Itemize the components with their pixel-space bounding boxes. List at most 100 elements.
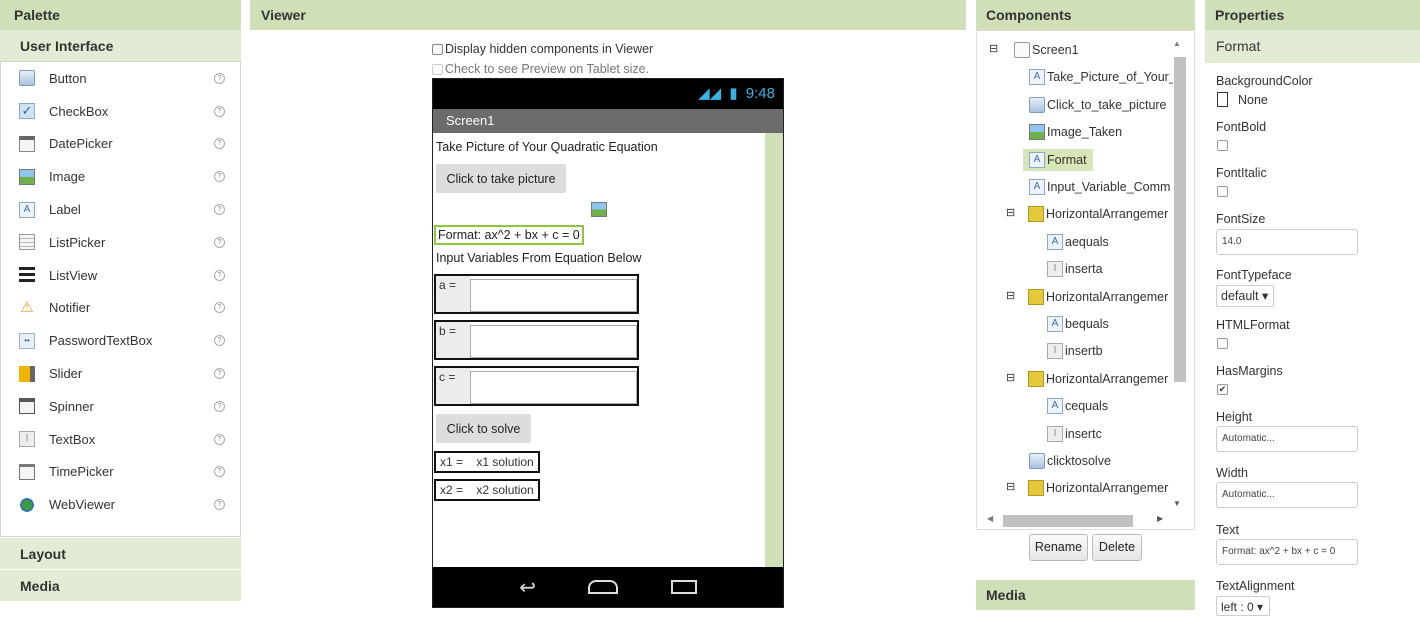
collapse-arrangement-toggle-icon[interactable]: ⊟ (1006, 206, 1015, 219)
htmlformat-checkbox[interactable] (1217, 338, 1228, 349)
tree-vertical-scrollbar[interactable]: ▲ ▼ (1172, 39, 1186, 511)
fontbold-checkbox[interactable] (1217, 140, 1228, 151)
display-hidden-checkbox[interactable]: Display hidden components in Viewer (432, 42, 653, 56)
help-icon[interactable]: ? (214, 466, 225, 478)
solve-button[interactable]: Click to solve (436, 414, 531, 443)
help-icon[interactable]: ? (214, 335, 225, 347)
palette-item-checkbox[interactable]: ✓ CheckBox ? (1, 95, 240, 128)
webviewer-icon (19, 496, 35, 513)
x1-solution[interactable]: x1 = x1 solution (434, 451, 540, 473)
palette-item-datepicker[interactable]: DatePicker ? (1, 128, 240, 161)
height-input[interactable]: Automatic... (1216, 426, 1358, 452)
tree-node-cequals[interactable]: Acequals (1047, 395, 1108, 417)
help-icon[interactable]: ? (214, 302, 225, 314)
palette-item-notifier[interactable]: ⚠ Notifier ? (1, 292, 240, 325)
rename-button[interactable]: Rename (1029, 534, 1088, 561)
help-icon[interactable]: ? (214, 269, 225, 281)
tree-node-bequals[interactable]: Abequals (1047, 313, 1109, 335)
scroll-up-icon[interactable]: ▲ (1173, 39, 1181, 48)
help-icon[interactable]: ? (214, 138, 225, 150)
delete-button[interactable]: Delete (1092, 534, 1142, 561)
tablet-preview-checkbox[interactable]: Check to see Preview on Tablet size. (432, 62, 649, 76)
textalignment-select[interactable]: left : 0 ▾ (1216, 596, 1270, 616)
image-taken-icon[interactable] (591, 202, 607, 217)
fontsize-input[interactable]: 14.0 (1216, 229, 1358, 255)
tree-node-horizontalarrangemer[interactable]: HorizontalArrangemer (1028, 203, 1168, 225)
tree-horizontal-scrollbar[interactable]: ◀ ▶ (987, 513, 1167, 527)
help-icon[interactable]: ? (214, 236, 225, 248)
scroll-left-icon[interactable]: ◀ (987, 514, 993, 523)
c-input[interactable] (470, 371, 637, 404)
width-input[interactable]: Automatic... (1216, 482, 1358, 508)
palette-section-user-interface[interactable]: User Interface (0, 30, 241, 62)
b-arrangement[interactable]: b = (434, 320, 639, 360)
hasmargins-checkbox[interactable]: ✔ (1217, 384, 1228, 395)
collapse-screen1-toggle-icon[interactable]: ⊟ (989, 42, 998, 55)
take-picture-label[interactable]: Take Picture of Your Quadratic Equation (436, 140, 658, 154)
help-icon[interactable]: ? (214, 499, 225, 511)
c-arrangement[interactable]: c = (434, 366, 639, 406)
palette-section-layout[interactable]: Layout (0, 537, 241, 569)
b-input[interactable] (470, 325, 637, 358)
tree-node-horizontalarrangemer[interactable]: HorizontalArrangemer (1028, 477, 1168, 499)
tree-node-inserta[interactable]: Iinserta (1047, 258, 1103, 280)
help-icon[interactable]: ? (214, 400, 225, 412)
tree-node-take-picture-of-your-[interactable]: A Take_Picture_of_Your_ (1029, 66, 1173, 88)
label-icon: A (1029, 151, 1045, 168)
a-arrangement[interactable]: a = (434, 274, 639, 314)
format-label[interactable]: Format: ax^2 + bx + c = 0 (434, 225, 584, 245)
fontitalic-checkbox[interactable] (1217, 186, 1228, 197)
tree-node-horizontalarrangemer[interactable]: HorizontalArrangemer (1028, 368, 1168, 390)
palette-item-passwordtextbox[interactable]: •• PasswordTextBox ? (1, 324, 240, 357)
palette-item-label[interactable]: A Label ? (1, 193, 240, 226)
collapse-arrangement-toggle-icon[interactable]: ⊟ (1006, 480, 1015, 493)
checkbox-box[interactable] (432, 63, 443, 75)
palette-item-textbox[interactable]: I TextBox ? (1, 423, 240, 456)
a-input[interactable] (470, 279, 637, 312)
tree-node-aequals[interactable]: Aaequals (1047, 231, 1109, 253)
help-icon[interactable]: ? (214, 105, 225, 117)
palette-item-timepicker[interactable]: TimePicker ? (1, 456, 240, 489)
help-icon[interactable]: ? (214, 72, 225, 84)
palette-item-image[interactable]: Image ? (1, 160, 240, 193)
help-icon[interactable]: ? (214, 368, 225, 380)
image-icon (1029, 124, 1045, 141)
scroll-down-icon[interactable]: ▼ (1173, 499, 1181, 508)
x2-solution[interactable]: x2 = x2 solution (434, 479, 540, 501)
fonttypeface-select[interactable]: default ▾ (1216, 285, 1274, 307)
tree-node-insertb[interactable]: Iinsertb (1047, 340, 1103, 362)
tree-node-label: HorizontalArrangemer (1046, 481, 1169, 496)
tree-node-insertc[interactable]: Iinsertc (1047, 423, 1102, 445)
palette-item-webviewer[interactable]: WebViewer ? (1, 488, 240, 521)
collapse-arrangement-toggle-icon[interactable]: ⊟ (1006, 289, 1015, 302)
scroll-right-icon[interactable]: ▶ (1157, 514, 1163, 523)
tree-node-click-to-take-picture[interactable]: Click_to_take_picture (1029, 94, 1167, 116)
palette-item-listpicker[interactable]: ListPicker ? (1, 226, 240, 259)
htmlformat-label: HTMLFormat (1216, 318, 1290, 332)
text-input[interactable]: Format: ax^2 + bx + c = 0 (1216, 539, 1358, 565)
take-picture-button[interactable]: Click to take picture (436, 164, 566, 193)
tree-node-input-variable-comm[interactable]: A Input_Variable_Comm (1029, 176, 1170, 198)
tree-node-label: cequals (1065, 399, 1109, 414)
tree-node-label: inserta (1065, 262, 1103, 277)
tree-node-screen1[interactable]: Screen1 (1014, 39, 1079, 61)
tree-node-image-taken[interactable]: Image_Taken (1029, 121, 1122, 143)
tree-node-clicktosolve[interactable]: clicktosolve (1029, 450, 1111, 472)
tree-node-horizontalarrangemer[interactable]: HorizontalArrangemer (1028, 286, 1168, 308)
help-icon[interactable]: ? (214, 204, 225, 216)
checkbox-box[interactable] (432, 43, 443, 55)
collapse-arrangement-toggle-icon[interactable]: ⊟ (1006, 371, 1015, 384)
palette-item-listview[interactable]: ListView ? (1, 259, 240, 292)
palette-section-media[interactable]: Media (0, 569, 241, 601)
input-variables-label[interactable]: Input Variables From Equation Below (436, 251, 641, 265)
palette-item-slider[interactable]: Slider ? (1, 357, 240, 390)
help-icon[interactable]: ? (214, 433, 225, 445)
scroll-thumb[interactable] (1003, 515, 1133, 527)
color-swatch[interactable] (1217, 92, 1228, 107)
palette-item-spinner[interactable]: Spinner ? (1, 390, 240, 423)
help-icon[interactable]: ? (214, 171, 225, 183)
scroll-thumb[interactable] (1174, 57, 1186, 382)
tree-node-format[interactable]: A Format (1023, 148, 1093, 171)
bgcolor-value[interactable]: None (1238, 93, 1268, 107)
palette-item-button[interactable]: Button ? (1, 62, 240, 95)
